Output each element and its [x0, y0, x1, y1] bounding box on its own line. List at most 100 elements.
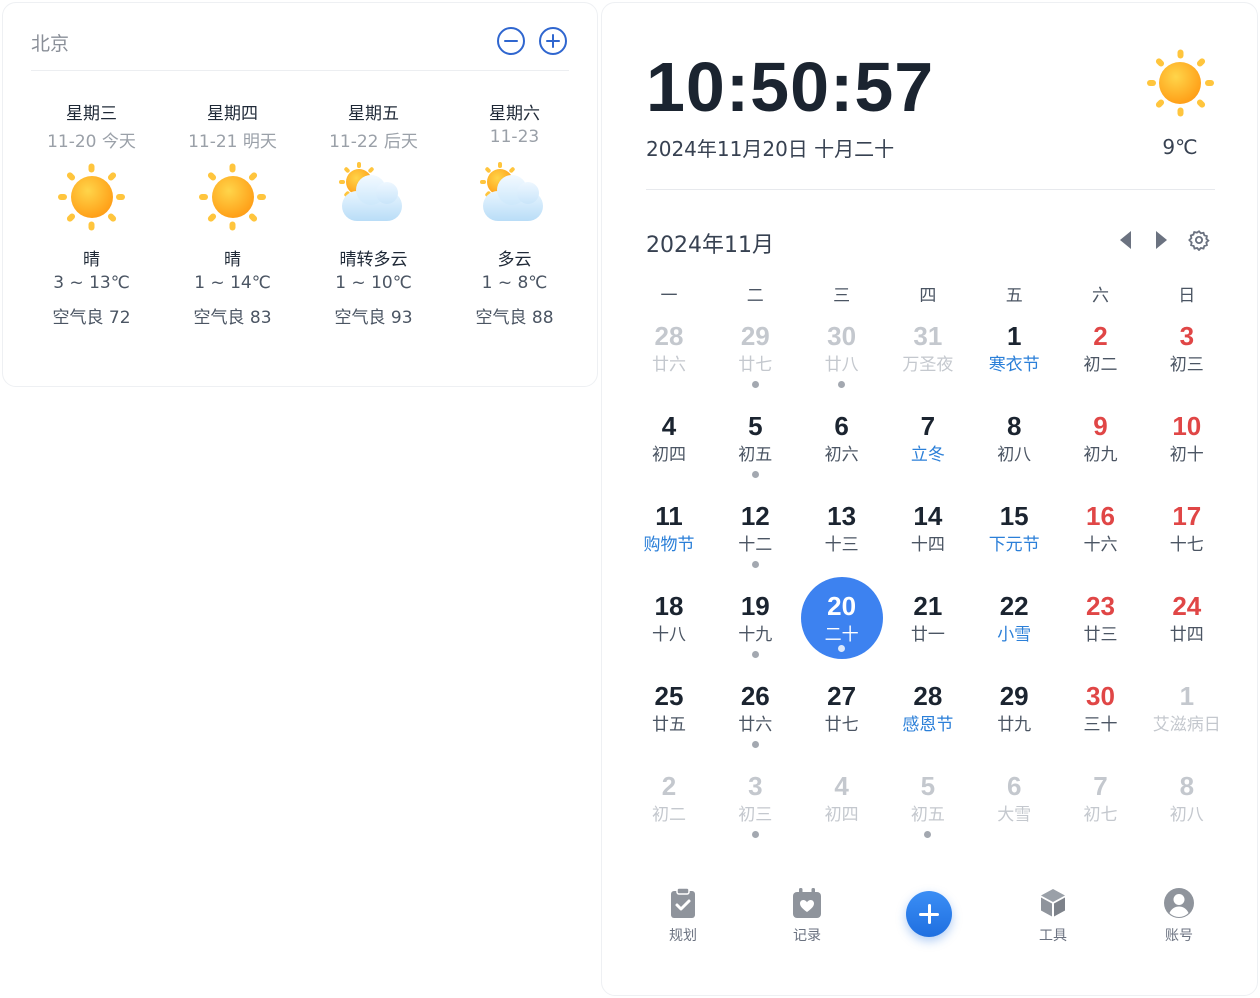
calendar-day[interactable]: 9 初九 [1058, 411, 1144, 501]
sun-icon [197, 161, 269, 233]
lunar-date: 初五 [738, 445, 773, 465]
calendar-day[interactable]: 15 下元节 [971, 501, 1057, 591]
weekday-label: 二 [746, 286, 764, 306]
calendar-day[interactable]: 1 艾滋病日 [1144, 681, 1230, 771]
calendar-day[interactable]: 7 初七 [1058, 771, 1144, 861]
calendar-day[interactable]: 1 寒衣节 [971, 321, 1057, 411]
lunar-date: 二十 [824, 625, 859, 645]
add-button[interactable] [906, 891, 952, 937]
calendar-day[interactable]: 18 十八 [626, 591, 712, 681]
lunar-date: 廿七 [738, 355, 773, 375]
lunar-date: 初九 [1083, 445, 1118, 465]
nav-record-label: 记录 [793, 928, 821, 944]
lunar-date: 感恩节 [902, 715, 954, 735]
calendar-day[interactable]: 2 初二 [1058, 321, 1144, 411]
lunar-date: 十二 [738, 535, 773, 555]
bottom-nav: 规划 记录 工具 账号 [602, 883, 1259, 963]
calendar-day[interactable]: 16 十六 [1058, 501, 1144, 591]
day-number: 20 [827, 591, 857, 621]
calendar-day[interactable]: 21 廿一 [885, 591, 971, 681]
nav-account[interactable]: 账号 [1139, 887, 1219, 945]
lunar-date: 廿九 [997, 715, 1032, 735]
calendar-day[interactable]: 26 廿六 [712, 681, 798, 771]
day-number: 5 [748, 411, 763, 441]
forecast-aqi: 空气良 93 [334, 308, 413, 328]
calendar-day[interactable]: 11 购物节 [626, 501, 712, 591]
calendar-day[interactable]: 6 初六 [799, 411, 885, 501]
calendar-day[interactable]: 30 三十 [1058, 681, 1144, 771]
day-number: 21 [913, 591, 943, 621]
forecast-condition: 多云 [497, 250, 532, 270]
day-number: 28 [913, 681, 943, 711]
lunar-date: 初八 [1169, 805, 1204, 825]
nav-tools[interactable]: 工具 [1013, 887, 1093, 945]
calendar-day-today[interactable]: 20 二十 [799, 577, 885, 681]
calendar-day[interactable]: 22 小雪 [971, 591, 1057, 681]
nav-plan[interactable]: 规划 [643, 887, 723, 945]
day-number: 7 [1093, 771, 1108, 801]
lunar-date: 廿六 [738, 715, 773, 735]
day-number: 31 [913, 321, 943, 351]
calendar-day[interactable]: 2 初二 [626, 771, 712, 861]
calendar-day[interactable]: 4 初四 [799, 771, 885, 861]
calendar-day[interactable]: 17 十七 [1144, 501, 1230, 591]
calendar-day[interactable]: 3 初三 [1144, 321, 1230, 411]
lunar-date: 十七 [1169, 535, 1204, 555]
lunar-date: 廿四 [1169, 625, 1204, 645]
partly-cloudy-icon [479, 161, 551, 233]
day-number: 5 [920, 771, 936, 801]
lunar-date: 十九 [738, 625, 773, 645]
calendar-day[interactable]: 5 初五 [712, 411, 798, 501]
lunar-date: 十八 [652, 625, 686, 645]
calendar-day[interactable]: 10 初十 [1144, 411, 1230, 501]
calendar-day[interactable]: 12 十二 [712, 501, 798, 591]
calendar-day[interactable]: 14 十四 [885, 501, 971, 591]
add-city-button[interactable] [539, 27, 567, 55]
calendar-day[interactable]: 5 初五 [885, 771, 971, 861]
calendar-day[interactable]: 8 初八 [971, 411, 1057, 501]
lunar-date: 三十 [1083, 715, 1118, 735]
calendar-day[interactable]: 31 万圣夜 [885, 321, 971, 411]
calendar-day[interactable]: 7 立冬 [885, 411, 971, 501]
calendar-day[interactable]: 28 感恩节 [885, 681, 971, 771]
calendar-day[interactable]: 4 初四 [626, 411, 712, 501]
divider [646, 189, 1215, 190]
calendar-day[interactable]: 23 廿三 [1058, 591, 1144, 681]
event-dot [751, 831, 759, 838]
forecast-day: 星期四 11-21 明天 晴 1 ~ 14℃ 空气良 83 [162, 99, 303, 331]
calendar-day[interactable]: 19 十九 [712, 591, 798, 681]
remove-city-button[interactable] [497, 27, 525, 55]
calendar-day[interactable]: 30 廿八 [799, 321, 885, 411]
calendar-day[interactable]: 29 廿九 [971, 681, 1057, 771]
gear-icon[interactable] [1188, 229, 1210, 251]
calendar-day[interactable]: 8 初八 [1144, 771, 1230, 861]
forecast-temp: 1 ~ 14℃ [194, 273, 271, 293]
next-month-icon[interactable] [1156, 231, 1167, 249]
prev-month-icon[interactable] [1120, 231, 1131, 249]
current-time: 10:50:57 [646, 48, 935, 126]
forecast-date: 11-22 后天 [329, 132, 418, 152]
calendar-day[interactable]: 6 大雪 [971, 771, 1057, 861]
calendar-day[interactable]: 27 廿七 [799, 681, 885, 771]
day-number: 8 [1006, 411, 1022, 441]
day-number: 29 [740, 321, 770, 351]
forecast-aqi: 空气良 72 [52, 308, 131, 328]
lunar-date: 廿三 [1083, 625, 1118, 645]
weekday-label: 日 [1178, 286, 1196, 306]
nav-record[interactable]: 记录 [767, 887, 847, 945]
day-number: 2 [661, 771, 677, 801]
cube-icon [1041, 889, 1065, 917]
forecast-date: 11-23 [489, 127, 540, 147]
day-number: 15 [999, 501, 1029, 531]
calendar-heart-icon [793, 888, 821, 918]
nav-account-label: 账号 [1165, 928, 1193, 944]
calendar-day[interactable]: 24 廿四 [1144, 591, 1230, 681]
calendar-day[interactable]: 3 初三 [712, 771, 798, 861]
forecast-list: 星期三 11-20 今天 晴 3 ~ 13℃ 空气良 72 星期四 11-21 … [21, 99, 585, 339]
calendar-day[interactable]: 25 廿五 [626, 681, 712, 771]
calendar-day[interactable]: 29 廿七 [712, 321, 798, 411]
lunar-date: 购物节 [643, 535, 695, 555]
calendar-day[interactable]: 28 廿六 [626, 321, 712, 411]
lunar-date: 廿六 [652, 355, 686, 375]
day-number: 4 [834, 771, 849, 801]
